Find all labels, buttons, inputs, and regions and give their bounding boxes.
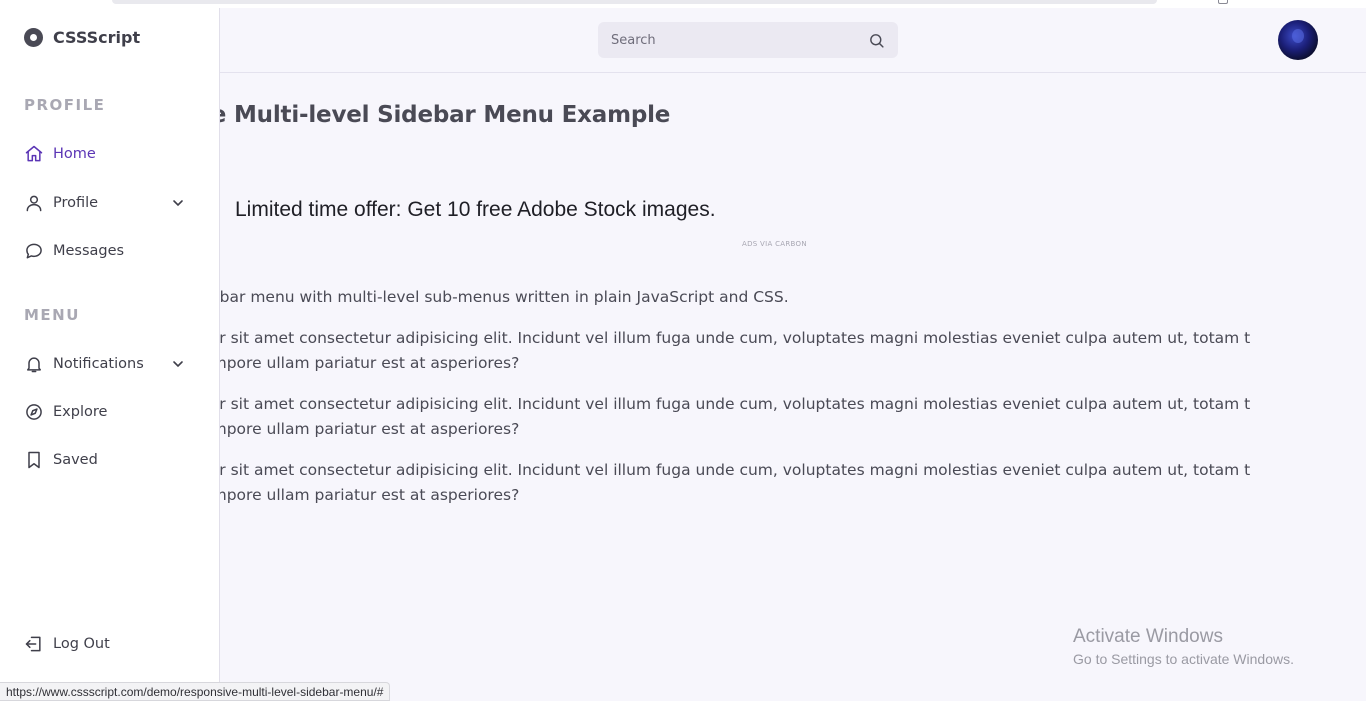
section-label-menu: MENU [24,306,80,324]
windows-activation-watermark: Activate Windows Go to Settings to activ… [1073,626,1294,667]
page-title: ve Multi-level Sidebar Menu Example [196,102,671,128]
section-label-profile: PROFILE [24,96,106,114]
ad-credit-link[interactable]: ADS VIA CARBON [742,240,807,248]
bookmark-icon [28,451,40,469]
body-paragraph: olor sit amet consectetur adipisicing el… [196,461,1251,504]
search-box [598,22,898,58]
compass-icon [26,404,42,420]
ad-link[interactable]: Limited time offer: Get 10 free Adobe St… [235,198,716,222]
intro-paragraph: idebar menu with multi-level sub-menus w… [196,288,789,306]
avatar[interactable] [1278,20,1318,60]
body-paragraph: olor sit amet consectetur adipisicing el… [196,329,1251,372]
logo-icon [24,28,43,47]
search-icon[interactable] [868,32,885,49]
sidebar-item-home[interactable]: Home [24,142,192,166]
user-icon [26,195,42,212]
search-input[interactable] [598,22,858,58]
sidebar-item-profile[interactable]: Profile [24,191,192,215]
sidebar-item-notifications[interactable]: Notifications [24,352,192,376]
sidebar-item-label: Explore [53,404,108,420]
sidebar-item-label: Home [53,146,96,162]
chevron-down-icon[interactable] [172,197,184,209]
logout-button[interactable]: Log Out [24,632,192,656]
sidebar-item-label: Messages [53,243,125,259]
watermark-subtitle: Go to Settings to activate Windows. [1073,651,1294,667]
sidebar-item-messages[interactable]: Messages [24,239,192,263]
browser-status-url: https://www.cssscript.com/demo/responsiv… [0,682,391,701]
chevron-down-icon[interactable] [172,358,184,370]
browser-tab-icon [1218,0,1228,4]
message-icon [26,243,42,259]
sidebar-item-saved[interactable]: Saved [24,448,192,472]
body-paragraph: olor sit amet consectetur adipisicing el… [196,395,1251,438]
sidebar-item-label: Saved [53,452,98,468]
browser-top-strip [0,0,1366,8]
sidebar-item-label: Notifications [53,356,144,372]
home-icon [25,145,43,162]
brand-name: CSSScript [53,28,141,47]
logout-label: Log Out [53,636,110,652]
browser-scroll-indicator [112,0,1157,4]
bell-icon [27,357,41,373]
sidebar-item-label: Profile [53,195,99,211]
sidebar-item-explore[interactable]: Explore [24,400,192,424]
brand[interactable]: CSSScript [24,28,140,47]
sidebar: CSSScript PROFILE Home Profile Messages … [0,8,220,701]
watermark-title: Activate Windows [1073,626,1223,647]
logout-icon [25,636,41,652]
